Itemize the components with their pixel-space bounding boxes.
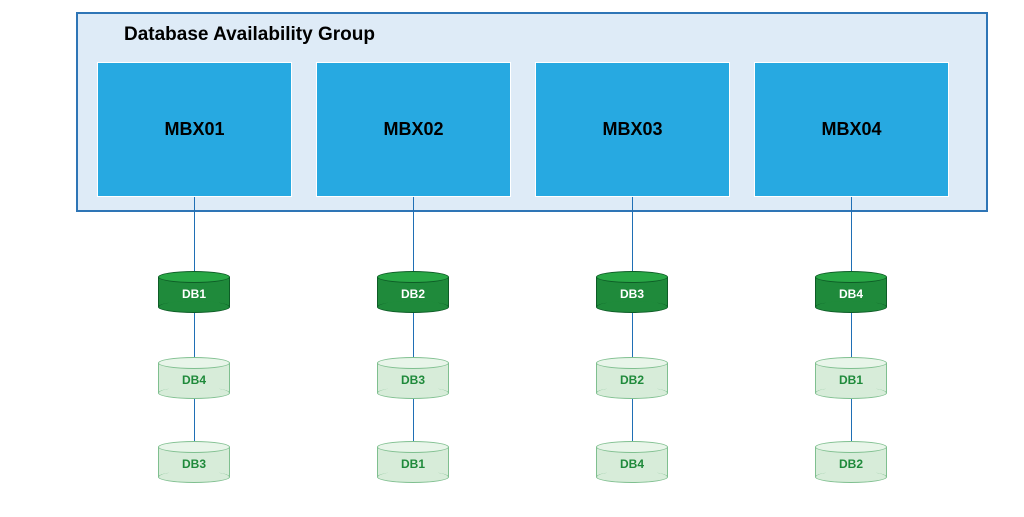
database-icon: DB2 — [377, 271, 449, 313]
database-icon: DB1 — [158, 271, 230, 313]
database-label: DB4 — [815, 287, 887, 301]
connector-line — [851, 399, 852, 441]
connector-line — [413, 399, 414, 441]
database-label: DB3 — [596, 287, 668, 301]
database-icon: DB1 — [377, 441, 449, 483]
connector-line — [632, 197, 633, 271]
database-icon: DB4 — [596, 441, 668, 483]
database-label: DB3 — [158, 457, 230, 471]
connector-line — [194, 313, 195, 357]
database-icon: DB2 — [815, 441, 887, 483]
database-label: DB2 — [815, 457, 887, 471]
server-box: MBX04 — [754, 62, 949, 197]
server-box: MBX03 — [535, 62, 730, 197]
connector-line — [413, 313, 414, 357]
database-label: DB1 — [815, 373, 887, 387]
connector-line — [632, 399, 633, 441]
dag-title: Database Availability Group — [124, 24, 375, 46]
database-icon: DB4 — [815, 271, 887, 313]
server-label: MBX02 — [383, 119, 443, 140]
database-label: DB1 — [158, 287, 230, 301]
database-icon: DB2 — [596, 357, 668, 399]
diagram-canvas: Database Availability Group MBX01 DB1 DB… — [0, 0, 1024, 517]
connector-line — [413, 197, 414, 271]
database-icon: DB3 — [596, 271, 668, 313]
database-label: DB3 — [377, 373, 449, 387]
server-box: MBX02 — [316, 62, 511, 197]
connector-line — [632, 313, 633, 357]
connector-line — [194, 197, 195, 271]
database-label: DB1 — [377, 457, 449, 471]
server-box: MBX01 — [97, 62, 292, 197]
connector-line — [851, 197, 852, 271]
database-icon: DB4 — [158, 357, 230, 399]
database-label: DB2 — [377, 287, 449, 301]
database-label: DB4 — [158, 373, 230, 387]
database-icon: DB3 — [377, 357, 449, 399]
server-label: MBX01 — [164, 119, 224, 140]
database-label: DB2 — [596, 373, 668, 387]
database-icon: DB1 — [815, 357, 887, 399]
server-label: MBX03 — [602, 119, 662, 140]
connector-line — [194, 399, 195, 441]
database-label: DB4 — [596, 457, 668, 471]
connector-line — [851, 313, 852, 357]
database-icon: DB3 — [158, 441, 230, 483]
server-label: MBX04 — [821, 119, 881, 140]
